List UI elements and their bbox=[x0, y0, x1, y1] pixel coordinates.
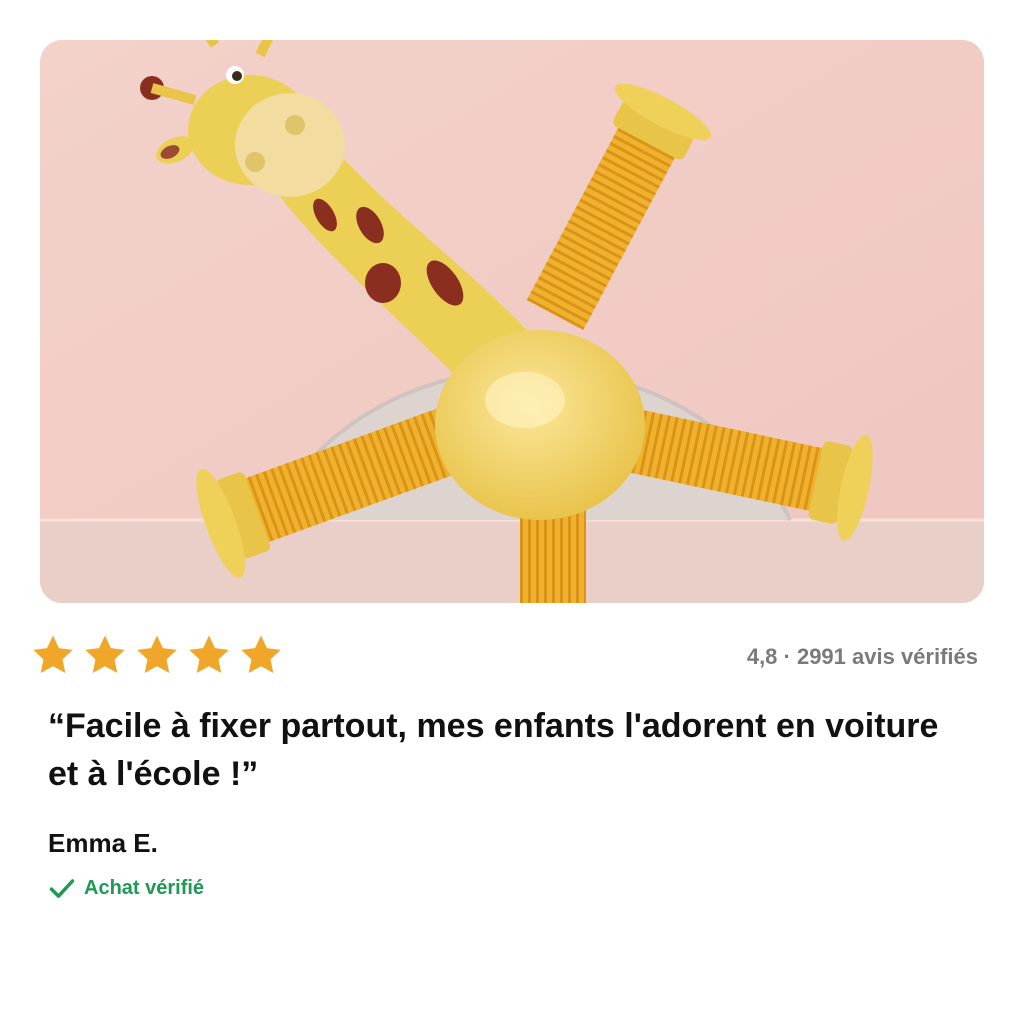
rating-row: 4,8 · 2991 avis vérifiés bbox=[30, 632, 978, 680]
rating-summary: 4,8 · 2991 avis vérifiés bbox=[746, 644, 978, 669]
product-image bbox=[40, 40, 984, 603]
star-icon bbox=[241, 635, 281, 674]
star-icon bbox=[137, 635, 177, 674]
giraffe-toy-icon bbox=[40, 40, 984, 603]
verified-label: Achat vérifié bbox=[84, 876, 205, 899]
star-icon bbox=[189, 635, 229, 674]
star-icon bbox=[85, 635, 125, 674]
verified-purchase-badge: Achat vérifié bbox=[48, 874, 204, 902]
checkmark-icon bbox=[49, 879, 75, 898]
star-icon bbox=[33, 635, 73, 674]
review-quote: “Facile à fixer partout, mes enfants l'a… bbox=[48, 707, 939, 793]
reviewer-name: Emma E. bbox=[48, 828, 158, 858]
